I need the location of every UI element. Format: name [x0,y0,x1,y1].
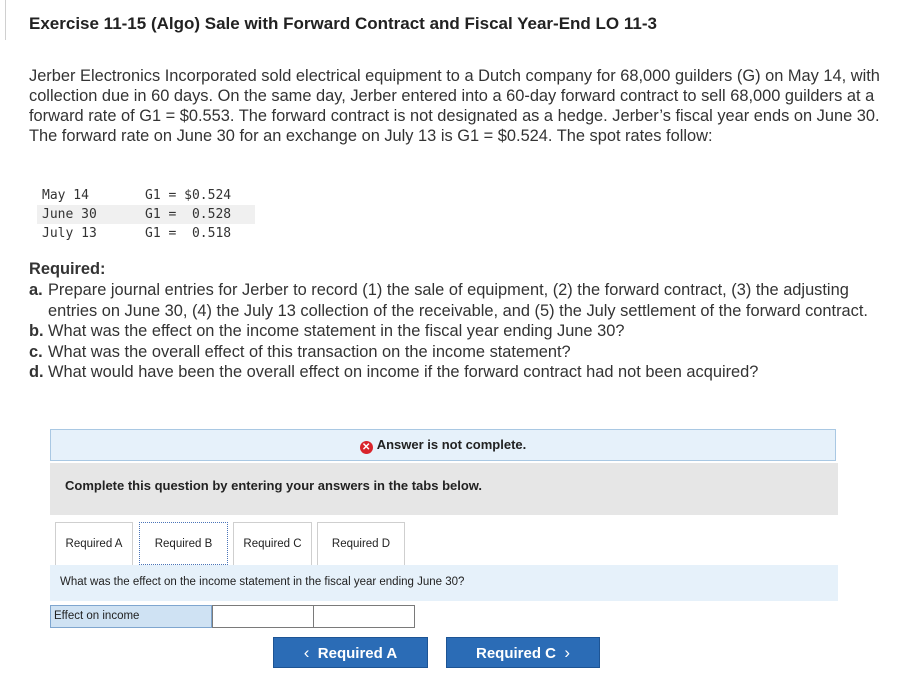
requirement-item: c. What was the overall effect of this t… [29,342,897,363]
requirement-item: a. Prepare journal entries for Jerber to… [29,280,897,321]
requirement-text: Prepare journal entries for Jerber to re… [48,281,868,320]
left-rule [5,0,6,40]
effect-on-income-label: Effect on income [50,605,212,628]
tab-required-d[interactable]: Required D [317,522,405,565]
rate-date: June 30 [42,207,97,222]
instructions-text: Complete this question by entering your … [65,478,483,493]
effect-amount-input[interactable] [212,605,314,628]
tab-required-a[interactable]: Required A [55,522,133,565]
rate-value: G1 = 0.518 [145,226,232,241]
effect-direction-input[interactable] [313,605,415,628]
instructions-panel: Complete this question by entering your … [50,463,838,515]
problem-text: Jerber Electronics Incorporated sold ele… [29,67,880,145]
spot-rate-row: June 30 G1 = 0.528 [37,205,255,224]
rate-date: July 13 [42,226,97,241]
exercise-title: Exercise 11-15 (Algo) Sale with Forward … [29,14,657,33]
spot-rate-row: May 14 G1 = $0.524 [37,186,255,205]
requirement-letter: b. [29,322,44,340]
rate-date: May 14 [42,188,89,203]
tab-required-c[interactable]: Required C [233,522,312,565]
requirement-item: d. What would have been the overall effe… [29,362,897,383]
requirement-text: What would have been the overall effect … [48,363,759,381]
x-circle-icon: ✕ [359,441,373,454]
rate-value: G1 = $0.524 [145,188,232,203]
chevron-right-icon: › [564,643,571,662]
requirement-item: b. What was the effect on the income sta… [29,321,897,342]
question-bar: What was the effect on the income statem… [50,565,838,601]
answer-status-text: Answer is not complete. [376,437,527,452]
required-heading: Required: [29,260,106,278]
question-text: What was the effect on the income statem… [60,576,465,588]
prev-required-a-button[interactable]: ‹ Required A [273,637,428,668]
requirement-text: What was the effect on the income statem… [48,322,625,340]
prev-button-label: Required A [317,645,398,662]
next-required-c-button[interactable]: Required C › [446,637,600,668]
tab-required-b[interactable]: Required B [139,522,228,565]
spot-rate-table: May 14 G1 = $0.524 June 30 G1 = 0.528 Ju… [37,186,255,243]
rate-value: G1 = 0.528 [145,207,232,222]
answer-status-banner: ✕ Answer is not complete. [50,429,836,461]
chevron-left-icon: ‹ [303,643,310,662]
requirement-text: What was the overall effect of this tran… [48,342,571,361]
requirement-letter: c. [29,342,43,361]
spot-rate-row: July 13 G1 = 0.518 [37,224,255,243]
requirement-letter: a. [29,281,43,299]
requirement-letter: d. [29,363,44,381]
next-button-label: Required C [475,645,556,662]
requirements-list: a. Prepare journal entries for Jerber to… [29,280,897,383]
